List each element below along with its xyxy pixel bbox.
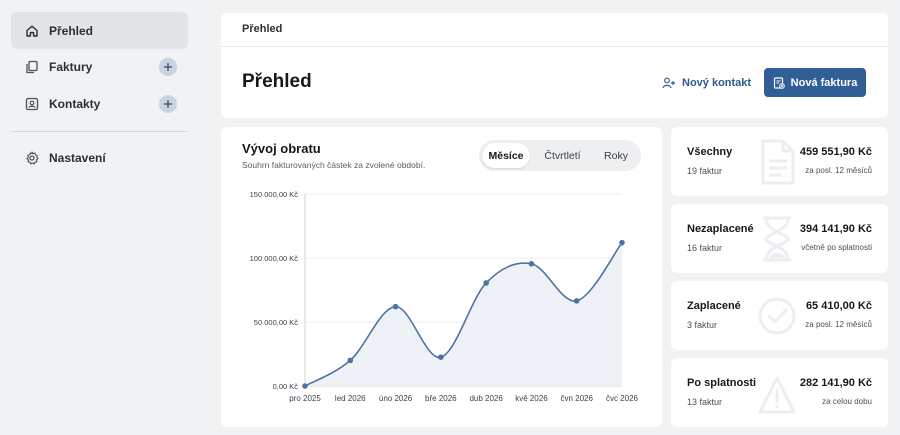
add-invoice-button[interactable] [159, 58, 177, 76]
breadcrumb[interactable]: Přehled [242, 23, 282, 35]
segment-months[interactable]: Měsíce [482, 143, 530, 168]
revenue-chart-card: 0,00 Kč 50 000,00 Kč 100 000,00 Kč 150 000,… [221, 127, 662, 427]
sidebar-item-nastaveni[interactable]: Nastavení [11, 139, 188, 176]
new-contact-button[interactable]: Nový kontakt [662, 70, 751, 96]
stat-label: Po splatnosti [687, 377, 757, 389]
x-tick-label: led 2026 [335, 394, 366, 403]
stat-note: za posl. 12 měsíců [805, 166, 872, 175]
data-point [438, 354, 444, 360]
stat-note: za posl. 12 měsíců [805, 320, 872, 329]
y-tick-label: 100 000,00 Kč [250, 254, 299, 263]
warning-icon [758, 376, 796, 414]
hourglass-icon [763, 216, 791, 262]
stat-note: za celou dobu [822, 397, 872, 406]
sidebar: Přehled Faktury Kontakty Nastavení [0, 0, 200, 435]
add-user-icon [662, 77, 676, 89]
sidebar-item-label: Faktury [49, 59, 93, 74]
sidebar-item-prehled[interactable]: Přehled [11, 12, 188, 49]
data-point [619, 239, 625, 246]
new-invoice-label: Nová faktura [790, 76, 858, 89]
add-contact-button[interactable] [159, 95, 177, 113]
period-segmented-control: Měsíce Čtvrtletí Roky [479, 140, 641, 171]
plus-icon [164, 63, 172, 71]
page-title: Přehled [242, 71, 312, 92]
stat-count: 16 faktur [687, 243, 723, 253]
stat-count: 3 faktur [687, 320, 718, 330]
y-tick-label: 0,00 Kč [273, 382, 299, 391]
stat-label: Zaplacené [687, 300, 741, 312]
check-circle-icon [758, 297, 796, 335]
stat-label: Všechny [687, 146, 733, 158]
y-tick-label: 50 000,00 Kč [254, 318, 298, 327]
stat-card-overdue[interactable]: Po splatnosti 13 faktur 282 141,90 Kč za… [671, 358, 888, 427]
home-icon [25, 24, 39, 38]
new-invoice-button[interactable]: Nová faktura [764, 68, 866, 97]
sidebar-item-label: Nastavení [49, 150, 106, 165]
revenue-area [305, 242, 622, 386]
stat-value: 459 551,90 Kč [799, 146, 872, 158]
sidebar-item-label: Kontakty [49, 96, 101, 111]
sidebar-item-kontakty[interactable]: Kontakty [11, 85, 188, 122]
sidebar-item-label: Přehled [49, 23, 94, 38]
x-tick-label: kvě 2026 [515, 394, 548, 403]
segment-quarters[interactable]: Čtvrtletí [534, 143, 591, 168]
stat-count: 13 faktur [687, 397, 723, 407]
stat-card-paid[interactable]: Zaplacené 3 faktur 65 410,00 Kč za posl.… [671, 281, 888, 350]
new-contact-label: Nový kontakt [682, 77, 752, 89]
segment-years[interactable]: Roky [594, 143, 638, 168]
stat-card-all[interactable]: Všechny 19 faktur 459 551,90 Kč za posl.… [671, 127, 888, 196]
stat-value: 394 141,90 Kč [799, 223, 872, 235]
sidebar-item-faktury[interactable]: Faktury [11, 48, 188, 85]
stat-value: 282 141,90 Kč [799, 377, 872, 389]
chart-subtitle: Souhrn fakturovaných částek za zvolené o… [242, 160, 426, 170]
plus-icon [164, 100, 172, 108]
x-tick-label: čvc 2026 [606, 394, 639, 403]
gear-icon [25, 150, 39, 165]
sidebar-divider [11, 131, 188, 132]
stat-value: 65 410,00 Kč [805, 300, 872, 312]
data-point [528, 260, 535, 267]
y-tick-label: 150 000,00 Kč [250, 190, 299, 199]
stat-card-unpaid[interactable]: Nezaplacené 16 faktur 394 141,90 Kč včet… [671, 204, 888, 273]
stat-note: včetně po splatnosti [801, 243, 872, 252]
data-point [573, 298, 580, 304]
document-icon [761, 139, 795, 185]
data-point [347, 357, 354, 364]
revenue-chart: 0,00 Kč 50 000,00 Kč 100 000,00 Kč 150 000,… [250, 190, 639, 403]
x-tick-label: úno 2026 [379, 394, 413, 403]
data-point [483, 280, 489, 286]
stat-count: 19 faktur [687, 166, 723, 176]
data-point [392, 303, 399, 310]
x-tick-label: čvn 2026 [560, 394, 593, 403]
x-tick-label: bře 2026 [425, 394, 457, 403]
data-point [302, 383, 308, 389]
contact-card-icon [25, 97, 39, 111]
documents-icon [25, 60, 39, 74]
header-divider [221, 46, 888, 47]
stat-label: Nezaplacené [687, 223, 754, 235]
x-tick-label: dub 2026 [469, 394, 503, 403]
new-invoice-icon [773, 76, 785, 89]
chart-title: Vývoj obratu [242, 141, 321, 156]
x-tick-label: pro 2025 [289, 394, 321, 403]
header-card: Přehled Přehled Nový kontakt Nová faktur… [221, 13, 888, 118]
